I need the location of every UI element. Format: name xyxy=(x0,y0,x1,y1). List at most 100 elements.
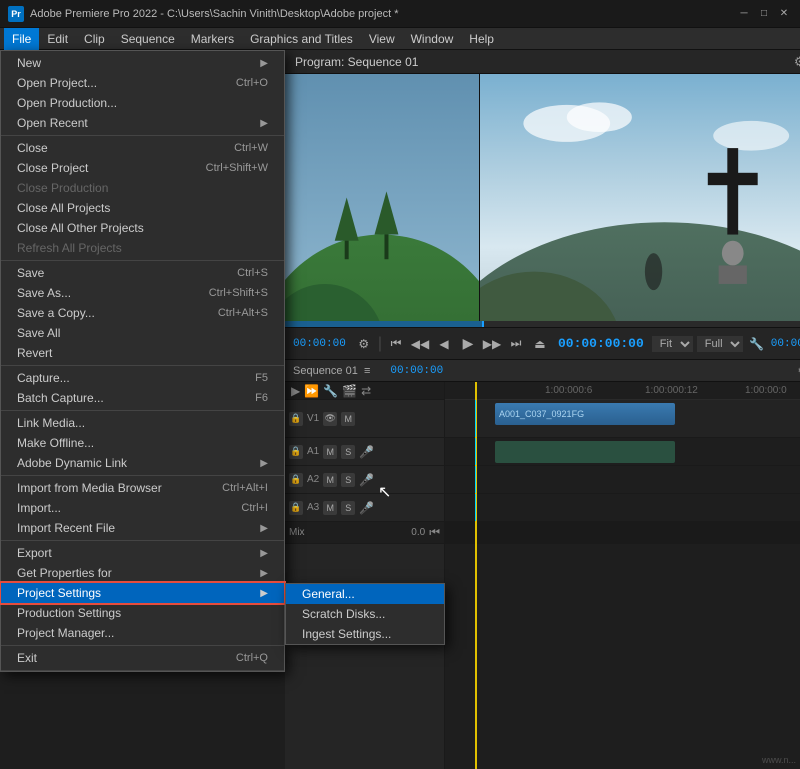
track-a3-mic[interactable]: 🎤 xyxy=(359,501,374,515)
transport-play-btn[interactable]: ▶ xyxy=(458,334,478,354)
menu-import[interactable]: Import... Ctrl+I xyxy=(1,498,284,518)
menu-item-window[interactable]: Window xyxy=(403,28,462,50)
menu-item-graphics[interactable]: Graphics and Titles xyxy=(242,28,361,50)
monitor-settings-icon[interactable]: ⚙ xyxy=(794,54,800,70)
track-a3-area[interactable] xyxy=(445,494,800,522)
menu-item-clip[interactable]: Clip xyxy=(76,28,113,50)
full-dropdown[interactable]: Full xyxy=(697,336,743,352)
minimize-button[interactable]: ─ xyxy=(736,6,752,22)
track-v1-eye[interactable]: 👁 xyxy=(323,412,337,426)
menu-item-view[interactable]: View xyxy=(361,28,403,50)
track-header-toolbar: ▶ ⏩ 🔧 🎬 ⇄ xyxy=(285,382,444,400)
menu-item-help[interactable]: Help xyxy=(461,28,502,50)
track-a1-solo[interactable]: S xyxy=(341,445,355,459)
menu-open-recent[interactable]: Open Recent ▶ xyxy=(1,113,284,133)
menu-item-file[interactable]: File xyxy=(4,28,39,50)
track-v1-lock[interactable]: 🔒 xyxy=(289,412,303,426)
menu-open-production[interactable]: Open Production... xyxy=(1,93,284,113)
video-clip-a001[interactable]: A001_C037_0921FG xyxy=(495,403,675,425)
track-v1-area[interactable]: A001_C037_0921FG xyxy=(445,400,800,438)
track-tool-1[interactable]: ▶ xyxy=(291,384,300,398)
mix-icon[interactable]: ⏮ xyxy=(429,525,440,540)
track-labels: ▶ ⏩ 🔧 🎬 ⇄ 🔒 V1 👁 M 🔒 xyxy=(285,382,445,769)
timeline-timecode: 00:00:00 xyxy=(390,365,443,377)
transport-step-fwd-btn[interactable]: ⏭ xyxy=(506,334,526,354)
menu-save-copy[interactable]: Save a Copy... Ctrl+Alt+S xyxy=(1,303,284,323)
menu-exit[interactable]: Exit Ctrl+Q xyxy=(1,648,284,668)
menu-export[interactable]: Export ▶ xyxy=(1,543,284,563)
menu-import-media-browser[interactable]: Import from Media Browser Ctrl+Alt+I xyxy=(1,478,284,498)
menu-project-settings[interactable]: Project Settings ▶ xyxy=(1,583,284,603)
track-a2-id: A2 xyxy=(307,474,319,485)
menu-revert[interactable]: Revert xyxy=(1,343,284,363)
track-a3-solo[interactable]: S xyxy=(341,501,355,515)
transport-eject-btn[interactable]: ⏏ xyxy=(530,334,550,354)
track-a2-area[interactable] xyxy=(445,466,800,494)
menu-project-manager[interactable]: Project Manager... xyxy=(1,623,284,643)
monitor-title-text: Program: Sequence 01 xyxy=(295,55,418,69)
track-a1-area[interactable] xyxy=(445,438,800,466)
transport-rewind-btn[interactable]: ◀ xyxy=(434,334,454,354)
menu-open-project[interactable]: Open Project... Ctrl+O xyxy=(1,73,284,93)
menu-item-edit[interactable]: Edit xyxy=(39,28,76,50)
menu-get-properties[interactable]: Get Properties for ▶ xyxy=(1,563,284,583)
menu-item-sequence[interactable]: Sequence xyxy=(113,28,183,50)
program-monitor-canvas[interactable] xyxy=(480,74,800,321)
menu-make-offline[interactable]: Make Offline... xyxy=(1,433,284,453)
menu-batch-capture[interactable]: Batch Capture... F6 xyxy=(1,388,284,408)
transport-step-back-btn[interactable]: ⏮ xyxy=(386,334,406,354)
track-a2-mute[interactable]: M xyxy=(323,473,337,487)
source-monitor-canvas[interactable] xyxy=(285,74,480,321)
menu-close-all-other[interactable]: Close All Other Projects xyxy=(1,218,284,238)
track-a1-lock[interactable]: 🔒 xyxy=(289,445,303,459)
fit-dropdown[interactable]: Fit xyxy=(652,336,693,352)
menu-refresh-all: Refresh All Projects xyxy=(1,238,284,258)
track-a1-mic[interactable]: 🎤 xyxy=(359,445,374,459)
main-layout: New ▶ Open Project... Ctrl+O Open Produc… xyxy=(0,50,800,769)
timeline-ruler: 1:00:000:6 1:00:000:12 1:00:00:0 A001_C0… xyxy=(445,382,800,769)
menu-dynamic-link[interactable]: Adobe Dynamic Link ▶ xyxy=(1,453,284,473)
menu-close[interactable]: Close Ctrl+W xyxy=(1,138,284,158)
submenu-general[interactable]: General... xyxy=(286,584,444,604)
track-v1-mute[interactable]: M xyxy=(341,412,355,426)
track-a1-mute[interactable]: M xyxy=(323,445,337,459)
menu-import-recent[interactable]: Import Recent File ▶ xyxy=(1,518,284,538)
track-mix-label: Mix xyxy=(289,527,305,538)
track-tool-4[interactable]: 🎬 xyxy=(342,384,357,398)
menu-production-settings[interactable]: Production Settings xyxy=(1,603,284,623)
menu-new[interactable]: New ▶ xyxy=(1,53,284,73)
maximize-button[interactable]: □ xyxy=(756,6,772,22)
track-a2-solo[interactable]: S xyxy=(341,473,355,487)
menu-close-project[interactable]: Close Project Ctrl+Shift+W xyxy=(1,158,284,178)
transport-forward-btn[interactable]: ▶▶ xyxy=(482,334,502,354)
menu-bar: File Edit Clip Sequence Markers Graphics… xyxy=(0,28,800,50)
menu-section-1: New ▶ Open Project... Ctrl+O Open Produc… xyxy=(1,51,284,136)
menu-save[interactable]: Save Ctrl+S xyxy=(1,263,284,283)
program-video-frame xyxy=(480,74,800,321)
track-tool-5[interactable]: ⇄ xyxy=(361,384,371,398)
scrub-bar[interactable] xyxy=(285,321,800,327)
track-tool-3[interactable]: 🔧 xyxy=(323,384,338,398)
menu-capture[interactable]: Capture... F5 xyxy=(1,368,284,388)
submenu-scratch-disks[interactable]: Scratch Disks... xyxy=(286,604,444,624)
timeline-body: ▶ ⏩ 🔧 🎬 ⇄ 🔒 V1 👁 M 🔒 xyxy=(285,382,800,769)
wrench-btn[interactable]: 🔧 xyxy=(747,334,767,354)
track-a2-mic[interactable]: 🎤 xyxy=(359,473,374,487)
menu-item-markers[interactable]: Markers xyxy=(183,28,242,50)
transport-settings-btn[interactable]: ⚙ xyxy=(354,334,374,354)
menu-link-media[interactable]: Link Media... xyxy=(1,413,284,433)
track-a3-lock[interactable]: 🔒 xyxy=(289,501,303,515)
ruler-mark-2: 1:00:000:12 xyxy=(645,385,698,396)
menu-save-as[interactable]: Save As... Ctrl+Shift+S xyxy=(1,283,284,303)
close-button[interactable]: ✕ xyxy=(776,6,792,22)
audio-clip-a1[interactable] xyxy=(495,441,675,463)
monitor-video-area xyxy=(285,74,800,321)
track-a3-mute[interactable]: M xyxy=(323,501,337,515)
track-a2-lock[interactable]: 🔒 xyxy=(289,473,303,487)
menu-close-all-projects[interactable]: Close All Projects xyxy=(1,198,284,218)
menu-save-all[interactable]: Save All xyxy=(1,323,284,343)
transport-back-btn[interactable]: ◀◀ xyxy=(410,334,430,354)
timeline-title: Sequence 01 ≡ xyxy=(293,365,370,377)
track-tool-2[interactable]: ⏩ xyxy=(304,384,319,398)
submenu-ingest-settings[interactable]: Ingest Settings... xyxy=(286,624,444,644)
